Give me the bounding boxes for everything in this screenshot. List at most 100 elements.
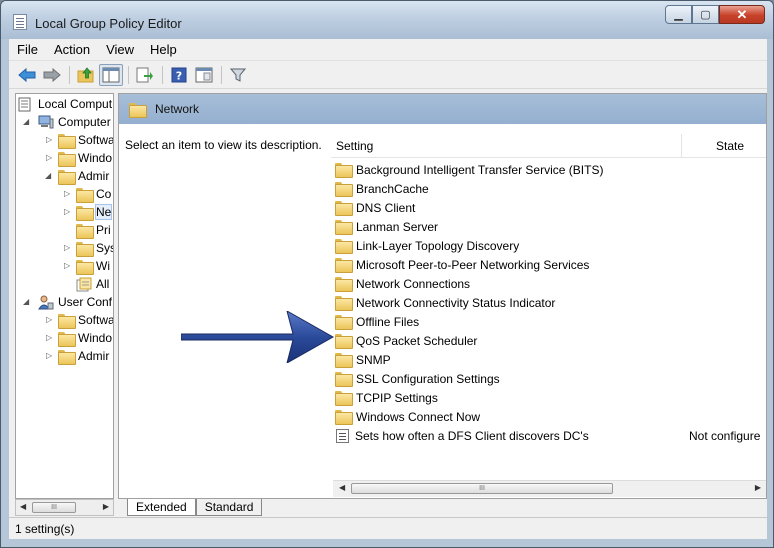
tree-horizontal-scrollbar[interactable]: ◀ III ▶: [15, 499, 114, 516]
back-button[interactable]: [15, 64, 39, 86]
view-tabs: Extended Standard: [127, 499, 263, 517]
list-horizontal-scrollbar[interactable]: ◀ III ▶: [333, 480, 766, 497]
folder-icon: [335, 277, 353, 292]
menu-action[interactable]: Action: [46, 39, 98, 61]
tree-item-label: All: [96, 277, 110, 291]
tab-standard[interactable]: Standard: [195, 499, 263, 516]
list-item-name: QoS Packet Scheduler: [356, 333, 478, 348]
scroll-left-arrow-icon[interactable]: ◀: [339, 483, 345, 492]
menu-file[interactable]: File: [9, 39, 46, 61]
tree-item-computer-configuration[interactable]: ◢ Computer: [23, 113, 111, 131]
folder-icon: [335, 201, 353, 216]
tree-item-network[interactable]: ▷ Ne: [62, 203, 113, 221]
tree-item-control-panel[interactable]: ▷ Co: [62, 185, 111, 203]
list-item[interactable]: Network Connectivity Status Indicator: [335, 293, 765, 312]
list-item-name: SSL Configuration Settings: [356, 371, 500, 386]
tree-item-user-software-settings[interactable]: ▷ Softwa: [44, 311, 113, 329]
column-header-state[interactable]: State: [716, 139, 744, 153]
tree-item-label: User Conf: [58, 295, 113, 309]
list-item-name: Offline Files: [356, 314, 420, 329]
collapsed-arrow-icon[interactable]: ▷: [64, 190, 72, 198]
scroll-left-arrow-icon[interactable]: ◀: [20, 502, 26, 511]
forward-button[interactable]: [40, 64, 64, 86]
expanded-arrow-icon[interactable]: ◢: [45, 172, 53, 180]
tree-item-label: Computer: [58, 115, 111, 129]
app-icon: [13, 14, 27, 30]
close-button[interactable]: ✕: [719, 5, 765, 24]
menu-help[interactable]: Help: [142, 39, 185, 61]
settings-list: Setting State Background Intelligent Tra…: [331, 124, 766, 498]
list-item[interactable]: Sets how often a DFS Client discovers DC…: [335, 426, 765, 445]
list-item-name: BranchCache: [356, 181, 429, 196]
list-item[interactable]: Link-Layer Topology Discovery: [335, 236, 765, 255]
tree-item-windows-components[interactable]: ▷ Wi: [62, 257, 110, 275]
list-item[interactable]: TCPIP Settings: [335, 388, 765, 407]
filter-button[interactable]: [226, 64, 250, 86]
tree-item-user-administrative-templates[interactable]: ▷ Admir: [44, 347, 109, 365]
tree-item-label: Pri: [96, 223, 111, 237]
up-one-level-button[interactable]: [74, 64, 98, 86]
list-item[interactable]: Lanman Server: [335, 217, 765, 236]
list-item[interactable]: SNMP: [335, 350, 765, 369]
folder-icon: [335, 182, 353, 197]
list-item[interactable]: BranchCache: [335, 179, 765, 198]
pane-header: Network: [119, 94, 766, 124]
tree-item-all-settings[interactable]: All: [62, 275, 109, 293]
expanded-arrow-icon[interactable]: ◢: [23, 298, 31, 306]
tree-item-software-settings[interactable]: ▷ Softwa: [44, 131, 113, 149]
tree-item-user-windows-settings[interactable]: ▷ Windo: [44, 329, 112, 347]
tab-extended[interactable]: Extended: [127, 499, 196, 516]
scroll-thumb[interactable]: III: [32, 502, 76, 513]
list-item[interactable]: Microsoft Peer-to-Peer Networking Servic…: [335, 255, 765, 274]
collapsed-arrow-icon[interactable]: ▷: [46, 136, 54, 144]
column-divider[interactable]: [681, 134, 682, 158]
list-item[interactable]: SSL Configuration Settings: [335, 369, 765, 388]
toolbar-separator: [69, 65, 70, 84]
tree-item-system[interactable]: ▷ Sys: [62, 239, 113, 257]
tree-item-windows-settings[interactable]: ▷ Windo: [44, 149, 112, 167]
help-button[interactable]: ?: [167, 64, 191, 86]
collapsed-arrow-icon[interactable]: ▷: [64, 244, 72, 252]
export-list-button[interactable]: [133, 64, 157, 86]
tree-item-user-configuration[interactable]: ◢ User Conf: [23, 293, 113, 311]
policy-doc-icon: [18, 97, 31, 111]
collapsed-arrow-icon[interactable]: ▷: [46, 316, 54, 324]
folder-icon: [76, 205, 94, 221]
list-item[interactable]: Windows Connect Now: [335, 407, 765, 426]
collapsed-arrow-icon[interactable]: ▷: [64, 208, 72, 216]
column-header-setting[interactable]: Setting: [336, 139, 373, 153]
collapsed-arrow-icon[interactable]: ▷: [46, 352, 54, 360]
show-hide-console-tree-button[interactable]: [99, 63, 123, 86]
tree-item-label: Windo: [78, 331, 113, 345]
scroll-right-arrow-icon[interactable]: ▶: [755, 483, 761, 492]
folder-icon: [335, 391, 353, 406]
expanded-arrow-icon[interactable]: ◢: [23, 118, 31, 126]
tree-item-local-computer-policy[interactable]: Local Comput: [18, 95, 112, 113]
console-tree[interactable]: Local Comput ◢ Computer ▷ Softwa ▷ Windo…: [15, 93, 114, 499]
collapsed-arrow-icon[interactable]: ▷: [46, 154, 54, 162]
list-item[interactable]: DNS Client: [335, 198, 765, 217]
title-bar[interactable]: Local Group Policy Editor ▁ ▢ ✕: [1, 1, 773, 39]
properties-button[interactable]: [192, 64, 216, 86]
scroll-right-arrow-icon[interactable]: ▶: [103, 502, 109, 511]
toolbar-separator: [162, 65, 163, 84]
list-item[interactable]: QoS Packet Scheduler: [335, 331, 765, 350]
window-title: Local Group Policy Editor: [35, 16, 182, 31]
collapsed-arrow-icon[interactable]: ▷: [64, 262, 72, 270]
minimize-button[interactable]: ▁: [665, 5, 692, 24]
menu-view[interactable]: View: [98, 39, 142, 61]
svg-text:?: ?: [176, 69, 182, 82]
list-item[interactable]: Network Connections: [335, 274, 765, 293]
tree-item-administrative-templates[interactable]: ◢ Admir: [44, 167, 109, 185]
folder-icon: [58, 151, 76, 167]
tree-item-label: Sys: [96, 241, 113, 255]
scroll-thumb[interactable]: III: [351, 483, 613, 494]
list-item[interactable]: Background Intelligent Transfer Service …: [335, 160, 765, 179]
all-settings-icon: [76, 277, 92, 291]
tree-item-printers[interactable]: Pri: [62, 221, 111, 239]
filter-icon: [230, 68, 246, 82]
maximize-button[interactable]: ▢: [692, 5, 719, 24]
collapsed-arrow-icon[interactable]: ▷: [46, 334, 54, 342]
list-item[interactable]: Offline Files: [335, 312, 765, 331]
tree-item-label: Wi: [96, 259, 110, 273]
